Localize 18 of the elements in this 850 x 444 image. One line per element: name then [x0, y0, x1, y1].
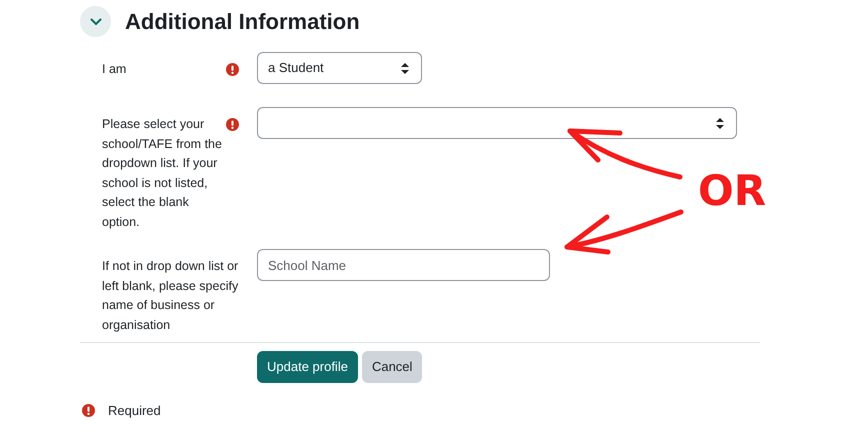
field-label: Please select your school/TAFE from the dropdown list. If your school is not listed, select the blank option. [102, 117, 222, 228]
required-icon [82, 404, 95, 418]
select-field[interactable]: a Student [257, 52, 422, 84]
required-icon [226, 63, 239, 76]
chevron-icon [90, 18, 102, 26]
cancel-button[interactable]: Cancel [362, 351, 422, 383]
required-legend: Required [108, 401, 161, 420]
update-profile-button[interactable]: Update profile [257, 351, 358, 383]
select-field[interactable] [257, 107, 737, 139]
school-name-field[interactable]: School Name [257, 249, 550, 281]
collapse-toggle[interactable] [80, 6, 111, 37]
field-label: If not in drop down list or left blank, please specify name of business or organisation [102, 259, 238, 332]
annotation-text: OR [698, 170, 766, 212]
required-icon [226, 118, 239, 131]
caret-icon [716, 118, 724, 128]
section-title: Additional Information [125, 8, 360, 36]
field-label: I am [102, 62, 126, 76]
caret-icon [401, 62, 409, 74]
